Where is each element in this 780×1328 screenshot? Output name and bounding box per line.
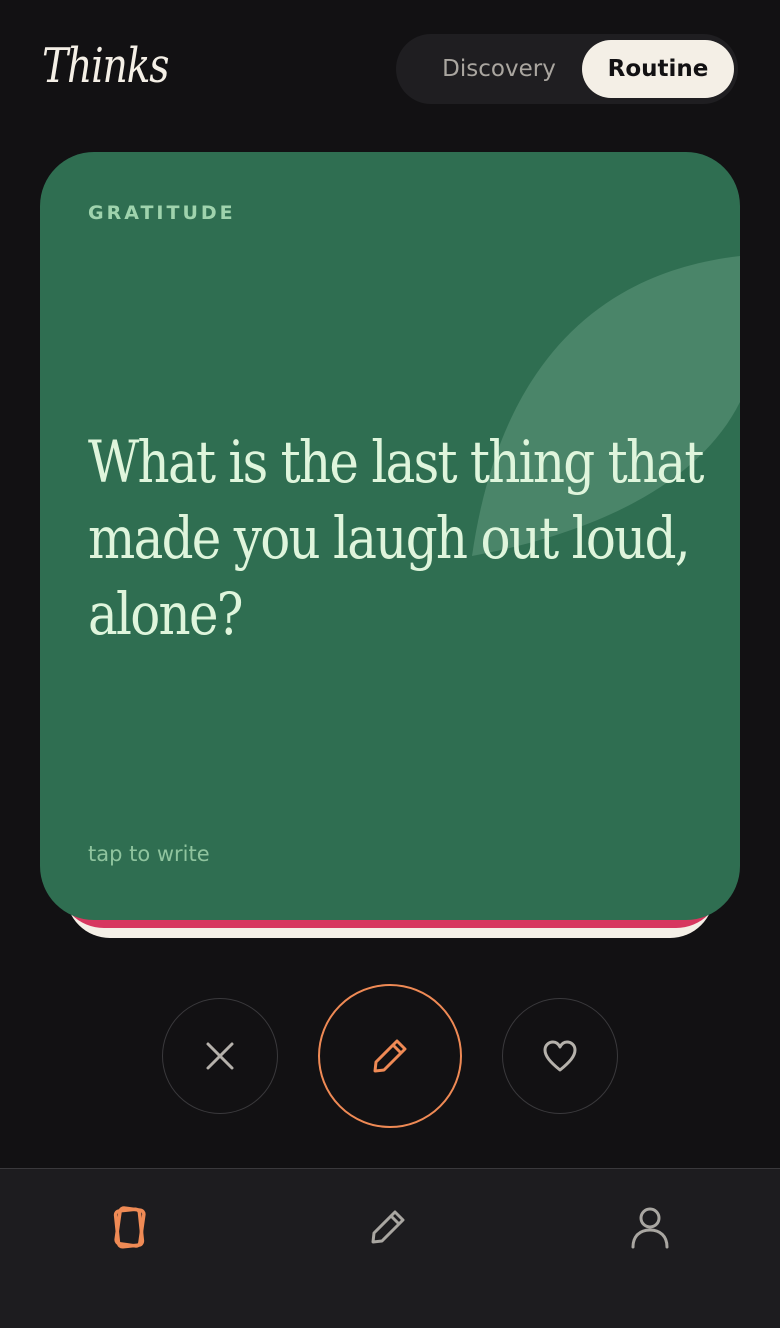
nav-write[interactable] [358,1197,418,1257]
mode-discovery-button[interactable]: Discovery [412,40,586,98]
mode-routine-button[interactable]: Routine [582,40,734,98]
close-icon [206,1042,234,1070]
pencil-icon [373,1039,407,1073]
mode-toggle: Discovery Routine [396,34,738,104]
prompt-card[interactable]: GRATITUDE What is the last thing that ma… [40,152,740,920]
nav-cards[interactable] [100,1197,160,1257]
pencil-icon [371,1210,405,1244]
skip-button[interactable] [162,998,278,1114]
write-button[interactable] [318,984,462,1128]
like-button[interactable] [502,998,618,1114]
user-icon [631,1207,669,1249]
cards-icon [113,1206,146,1249]
app-logo: Thinks [42,38,169,94]
app-screen: Thinks Discovery Routine GRATITUDE What … [0,0,780,1328]
heart-icon [543,1040,577,1072]
card-question: What is the last thing that made you lau… [88,428,704,648]
nav-profile[interactable] [620,1197,680,1257]
card-hint: tap to write [88,842,210,866]
card-category: GRATITUDE [88,202,236,224]
bottom-navigation [0,1168,780,1328]
